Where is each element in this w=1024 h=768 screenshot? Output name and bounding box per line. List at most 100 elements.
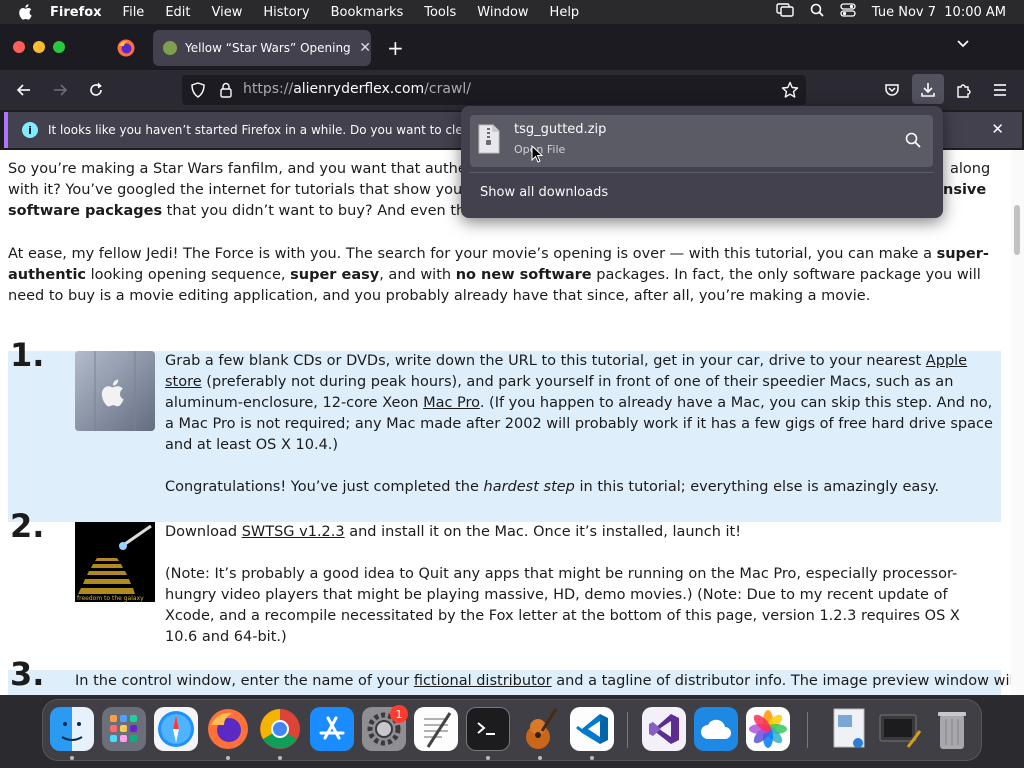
menu-view[interactable]: View (212, 5, 243, 20)
crawl-image-text: freedom to the galaxy (77, 595, 144, 602)
download-filename: tsg_gutted.zip (514, 122, 607, 137)
tab-star-wars-crawl[interactable]: Yellow “Star Wars” Opening Text ✕ (153, 30, 371, 66)
firefox-icon[interactable] (206, 707, 250, 751)
screen-mirroring-icon[interactable] (776, 3, 794, 21)
finder-running-dot (70, 756, 74, 760)
visual-studio-icon[interactable] (642, 707, 686, 751)
menu-edit[interactable]: Edit (165, 5, 190, 20)
apple-icon[interactable] (18, 4, 36, 20)
menu-bookmarks[interactable]: Bookmarks (331, 5, 404, 20)
menu-file[interactable]: File (123, 5, 145, 20)
download-arrow-icon[interactable] (918, 80, 938, 100)
vscode-icon[interactable] (570, 707, 614, 751)
step-3-text-b: and a tagline of distributor info. The i… (551, 673, 1011, 689)
url-scheme: https:// (243, 81, 294, 97)
step-3-number: 3. (10, 655, 45, 693)
safari-icon[interactable] (154, 707, 198, 751)
lock-icon[interactable] (216, 80, 236, 100)
launchpad-icon[interactable] (102, 707, 146, 751)
intro-line-1-tail: along (950, 161, 991, 177)
mac-pro-link[interactable]: Mac Pro (423, 395, 480, 411)
step-1-text-e: in this tutorial; everything else is ama… (574, 479, 939, 495)
preview-icon[interactable] (826, 707, 870, 751)
hamburger-menu-icon[interactable] (990, 80, 1010, 100)
url-path: /crawl/ (424, 81, 471, 97)
firefox-view-icon[interactable] (116, 38, 136, 58)
list-all-tabs-chevron-icon[interactable] (955, 36, 971, 56)
page-content: So you’re making a Star Wars fanfilm, an… (0, 150, 1011, 695)
show-all-downloads-button[interactable]: Show all downloads (480, 185, 608, 200)
fictional-distributor-link[interactable]: fictional distributor (414, 673, 552, 689)
step-3-text-a: In the control window, enter the name of… (75, 673, 414, 689)
step-1-emphasis-hardest-step: hardest step (483, 479, 575, 495)
intro-line-1: So you’re making a Star Wars fanfilm, an… (8, 161, 494, 177)
window-close-button[interactable] (13, 41, 25, 53)
chrome-running-dot (278, 756, 282, 760)
vscode-running-dot (590, 756, 594, 760)
terminal-running-dot (486, 756, 490, 760)
page-scrollbar-thumb[interactable] (1014, 205, 1020, 255)
tab-title: Yellow “Star Wars” Opening Text (185, 41, 351, 55)
intro2-bold-no-new-software: no new software (455, 267, 592, 283)
crawl-preview-image: freedom to the galaxy (75, 522, 155, 609)
system-settings-badge: 1 (390, 705, 408, 723)
url-host: alienryderflex.com (293, 81, 425, 97)
step-2-number: 2. (10, 507, 45, 545)
menu-tools[interactable]: Tools (424, 5, 456, 20)
screenshot-icon[interactable] (878, 707, 922, 751)
step-2-paragraph-2: (Note: It’s probably a good idea to Quit… (165, 566, 960, 645)
swtsg-download-link[interactable]: SWTSG v1.2.3 (242, 524, 345, 540)
menu-app-firefox[interactable]: Firefox (50, 5, 102, 20)
step-3-text: In the control window, enter the name of… (75, 671, 1011, 692)
icloud-icon[interactable] (694, 707, 738, 751)
menu-help[interactable]: Help (550, 5, 580, 20)
trash-icon[interactable] (930, 707, 974, 751)
reload-icon[interactable] (86, 80, 106, 100)
url-text[interactable]: https://alienryderflex.com/crawl/ (243, 81, 471, 97)
garageband-icon[interactable] (518, 707, 562, 751)
intro-line-2: with it? You’ve googled the internet for… (8, 182, 497, 198)
tracking-protection-shield-icon[interactable] (188, 80, 208, 100)
step-1-number: 1. (10, 336, 45, 374)
extensions-puzzle-icon[interactable] (954, 80, 974, 100)
intro-line-2-tail: nsive (943, 182, 987, 198)
firefox-running-dot (226, 756, 230, 760)
intro-paragraph-2: At ease, my fellow Jedi! The Force is wi… (8, 244, 1003, 307)
downloads-separator (469, 172, 934, 173)
step-1-text: Grab a few blank CDs or DVDs, write down… (165, 351, 995, 519)
menu-window[interactable]: Window (477, 5, 528, 20)
tab-close-icon[interactable]: ✕ (359, 40, 371, 56)
dock-separator (627, 712, 628, 748)
show-in-folder-magnifier-icon[interactable] (904, 131, 922, 153)
step-1-paragraph-1: Grab a few blank CDs or DVDs, write down… (165, 351, 995, 456)
back-arrow-icon[interactable] (14, 80, 34, 100)
control-center-icon[interactable] (840, 3, 856, 21)
apple-store-image (75, 351, 155, 438)
intro2-text-d: , and with (379, 267, 456, 283)
forward-arrow-icon[interactable] (50, 80, 70, 100)
bookmark-star-icon[interactable] (780, 80, 800, 100)
intro2-text-a: At ease, my fellow Jedi! The Force is wi… (8, 246, 937, 262)
notification-close-icon[interactable]: ✕ (991, 120, 1004, 138)
chrome-icon[interactable] (258, 707, 302, 751)
photos-icon[interactable] (746, 707, 790, 751)
notification-text: It looks like you haven’t started Firefo… (48, 123, 529, 137)
intro-line-3: that you didn’t want to buy? And even th… (162, 203, 503, 219)
intro-bold-software-packages: software packages (8, 203, 163, 219)
info-icon: i (22, 122, 38, 138)
intro2-bold-super-easy: super easy (290, 267, 380, 283)
app-store-icon[interactable] (310, 707, 354, 751)
menu-clock[interactable]: Tue Nov 7 10:00 AM (872, 5, 1006, 20)
pocket-icon[interactable] (882, 80, 902, 100)
site-favicon-icon (163, 41, 177, 55)
window-zoom-button[interactable] (53, 41, 65, 53)
spotlight-search-icon[interactable] (810, 3, 824, 21)
menu-history[interactable]: History (263, 5, 309, 20)
dock-separator-2 (807, 712, 808, 748)
window-minimize-button[interactable] (33, 41, 45, 53)
new-tab-button[interactable]: + (387, 36, 404, 60)
terminal-icon[interactable] (466, 707, 510, 751)
textedit-icon[interactable] (414, 707, 458, 751)
garageband-running-dot (538, 756, 542, 760)
finder-icon[interactable] (50, 707, 94, 751)
